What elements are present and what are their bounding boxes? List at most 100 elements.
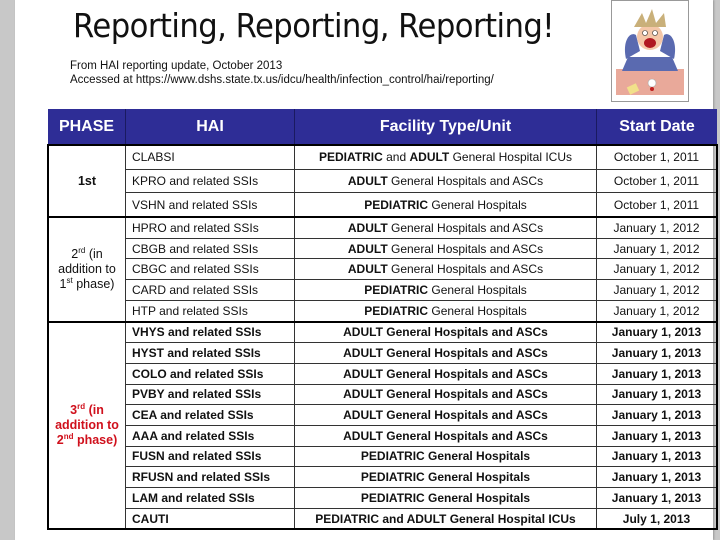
phase-cell: 2rd (in addition to 1st phase): [47, 216, 126, 323]
facility-word: PEDIATRIC: [364, 197, 432, 212]
facility-word: and: [489, 262, 513, 277]
slide: Reporting, Reporting, Reporting! From HA…: [15, 0, 718, 540]
hai-cell: CARD and related SSIs: [125, 279, 295, 301]
header-hai: HAI: [125, 109, 295, 146]
phase-label-part: phase): [72, 276, 115, 291]
phase-cell: 1st: [47, 144, 126, 219]
stressed-man-cartoon-image: [611, 0, 689, 102]
start-date-cell: January 1, 2013: [596, 362, 718, 385]
start-date-cell: January 1, 2012: [596, 279, 718, 301]
facility-word: PEDIATRIC: [319, 150, 387, 165]
table-row: COLO and related SSIs ADULT General Hospi…: [48, 362, 718, 385]
facility-word: Hospitals: [437, 174, 490, 189]
facility-word: ASCs: [512, 262, 544, 277]
hai-cell: PVBY and related SSIs: [125, 383, 295, 406]
hai-cell: KPRO and related SSIs: [125, 168, 295, 194]
start-date-cell: January 1, 2013: [596, 320, 718, 344]
facility-word: ADULT: [347, 241, 391, 256]
start-date-cell: January 1, 2013: [596, 445, 718, 468]
facility-word: PEDIATRIC: [364, 303, 432, 318]
facility-cell: ADULT General Hospitals and ASCs: [294, 237, 597, 260]
facility-word: and: [489, 220, 513, 235]
facility-word: General: [431, 282, 478, 297]
table-row: FUSN and related SSIs PEDIATRIC General H…: [48, 445, 718, 468]
hai-cell: RFUSN and related SSIs: [125, 466, 295, 488]
hai-cell: CLABSI: [125, 144, 295, 170]
table-row: 2rd (in addition to 1st phase) HPRO and r…: [47, 216, 718, 323]
hai-cell: CAUTI: [125, 507, 295, 531]
hai-reporting-table: PHASE HAI Facility Type/Unit Start Date …: [47, 109, 718, 531]
table-row: CARD and related SSIs PEDIATRIC General H…: [48, 279, 718, 301]
facility-cell: ADULT General Hospitals and ASCs: [294, 216, 597, 239]
table-body: 1st CLABSI PEDIATRIC and ADULT General Hos…: [47, 144, 718, 531]
phase-label: 1st: [77, 173, 97, 188]
source-line-1: From HAI reporting update, October 2013: [70, 60, 283, 72]
facility-cell: PEDIATRIC General Hospitals: [294, 299, 597, 323]
facility-cell: ADULT General Hospitals and ASCs: [294, 424, 597, 447]
facility-cell: PEDIATRIC and ADULT General Hospital ICU…: [294, 507, 597, 531]
header-start-date: Start Date: [596, 109, 717, 146]
facility-cell: ADULT General Hospitals and ASCs: [294, 383, 597, 406]
table-row: HYST and related SSIs ADULT General Hospi…: [48, 342, 718, 364]
hai-cell: AAA and related SSIs: [125, 424, 295, 447]
hai-cell: LAM and related SSIs: [125, 487, 295, 509]
start-date-cell: January 1, 2012: [596, 258, 718, 281]
hai-cell: CBGC and related SSIs: [125, 258, 295, 281]
facility-cell: PEDIATRIC General Hospitals: [294, 445, 597, 468]
facility-word: ADULT: [347, 220, 391, 235]
table-row: CBGB and related SSIs ADULT General Hospi…: [48, 237, 718, 260]
table-row: RFUSN and related SSIs PEDIATRIC General …: [48, 466, 718, 488]
phase-label-part: 1: [59, 276, 67, 291]
header-phase: PHASE: [48, 109, 126, 146]
facility-cell: ADULT General Hospitals and ASCs: [294, 342, 597, 364]
facility-cell: ADULT General Hospitals and ASCs: [294, 168, 597, 194]
facility-cell: PEDIATRIC General Hospitals: [294, 192, 597, 219]
facility-word: Hospitals: [477, 303, 527, 318]
table-row: 1st CLABSI PEDIATRIC and ADULT General Hos…: [47, 144, 718, 219]
facility-word: General: [452, 150, 499, 165]
facility-word: Hospitals: [437, 241, 490, 256]
facility-word: General: [391, 241, 438, 256]
start-date-cell: October 1, 2011: [596, 168, 718, 194]
table-row: HTP and related SSIs PEDIATRIC General Ho…: [48, 299, 718, 323]
facility-word: and: [386, 150, 410, 165]
facility-word: and: [489, 241, 513, 256]
phase-label-part: 2: [56, 432, 64, 447]
slide-title: Reporting, Reporting, Reporting!: [73, 6, 555, 45]
phase-cell: 3rd (in addition to 2nd phase): [47, 321, 126, 531]
facility-cell: PEDIATRIC General Hospitals: [294, 466, 597, 488]
facility-cell: ADULT General Hospitals and ASCs: [294, 404, 597, 426]
table-header-row: PHASE HAI Facility Type/Unit Start Date: [48, 109, 717, 146]
start-date-cell: January 1, 2012: [596, 299, 718, 323]
facility-word: Hospitals: [437, 220, 490, 235]
facility-word: PEDIATRIC: [364, 282, 432, 297]
facility-word: ADULT: [347, 174, 391, 189]
start-date-cell: October 1, 2011: [596, 144, 718, 170]
table-row: 3rd (in addition to 2nd phase) VHYS and r…: [47, 320, 718, 531]
facility-word: ADULT: [347, 262, 391, 277]
start-date-cell: January 1, 2012: [596, 216, 718, 239]
hai-cell: HPRO and related SSIs: [125, 216, 295, 239]
facility-cell: PEDIATRIC General Hospitals: [294, 487, 597, 509]
hai-cell: HYST and related SSIs: [125, 342, 295, 364]
facility-word: Hospitals: [477, 197, 527, 212]
facility-word: and: [489, 174, 513, 189]
hai-cell: VSHN and related SSIs: [125, 192, 295, 219]
facility-word: ICUs: [545, 150, 572, 165]
phase-label-part: rd: [77, 401, 86, 411]
hai-cell: HTP and related SSIs: [125, 299, 295, 323]
facility-cell: ADULT General Hospitals and ASCs: [294, 258, 597, 281]
start-date-cell: January 1, 2013: [596, 424, 718, 447]
facility-word: Hospitals: [477, 282, 527, 297]
start-date-cell: January 1, 2013: [596, 383, 718, 406]
table-row: LAM and related SSIs PEDIATRIC General Ho…: [48, 487, 718, 509]
facility-word: ADULT: [409, 150, 453, 165]
hai-cell: VHYS and related SSIs: [125, 320, 295, 344]
start-date-cell: October 1, 2011: [596, 192, 718, 219]
facility-cell: ADULT General Hospitals and ASCs: [294, 320, 597, 344]
source-url-line: Accessed at https://www.dshs.state.tx.us…: [70, 74, 494, 86]
table-row: CAUTI PEDIATRIC and ADULT General Hospita…: [48, 507, 718, 531]
table-row: VSHN and related SSIs PEDIATRIC General H…: [48, 192, 718, 219]
phase-label-part: phase): [73, 432, 118, 447]
hai-cell: CEA and related SSIs: [125, 404, 295, 426]
